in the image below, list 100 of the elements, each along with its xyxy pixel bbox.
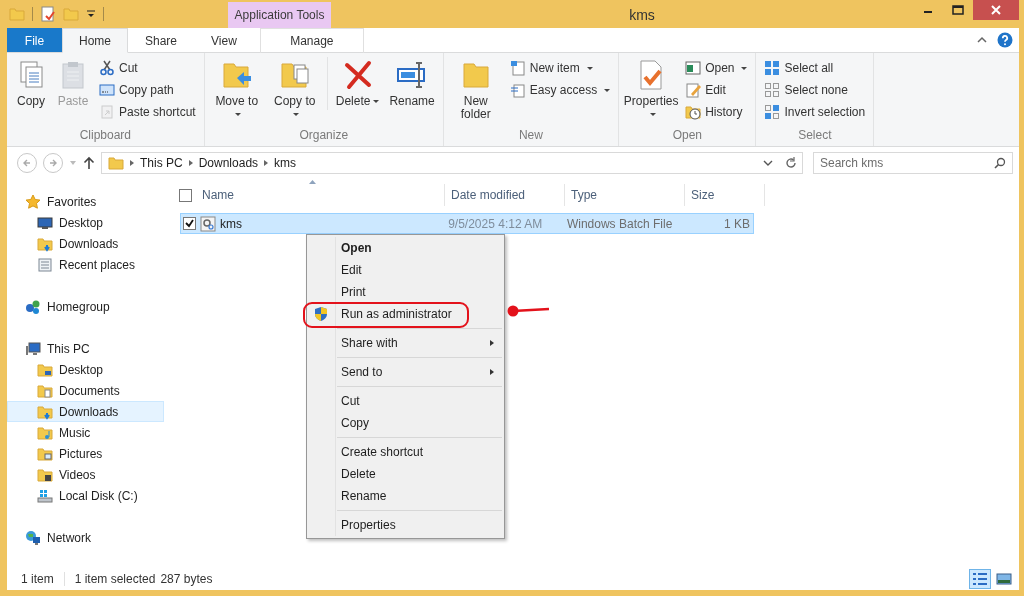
column-header[interactable]: Name: [202, 188, 234, 202]
menu-item[interactable]: Print: [307, 281, 504, 303]
search-icon[interactable]: [994, 157, 1006, 169]
refresh-icon: [784, 157, 797, 169]
globe-icon: [25, 529, 41, 546]
contextual-tab-header: Application Tools: [228, 2, 331, 28]
date-cell-text: 9/5/2025 4:12 AM: [447, 216, 544, 231]
nav-item[interactable]: Homegroup: [7, 296, 164, 317]
folder-download-icon: [37, 403, 53, 420]
file-row[interactable]: kms 9/5/2025 4:12 AM Windows Batch File 1 KB: [180, 213, 754, 234]
folder-download-icon: [37, 235, 53, 252]
ribbon-button[interactable]: Edit: [681, 79, 752, 101]
pointer-line: [507, 305, 549, 317]
column-header[interactable]: Size: [691, 188, 715, 202]
ribbon-tab[interactable]: Share: [128, 28, 195, 53]
nav-item[interactable]: Documents: [7, 380, 164, 401]
gear-file-icon: [200, 215, 216, 232]
page-check-icon[interactable]: [40, 6, 56, 22]
nav-item[interactable]: Desktop: [7, 359, 164, 380]
empty-grid-icon: [764, 82, 781, 98]
ribbon-button[interactable]: Copy path: [95, 79, 200, 101]
nav-item[interactable]: Network: [7, 527, 164, 548]
ribbon-button[interactable]: Easy access: [505, 79, 615, 101]
menu-item[interactable]: Properties: [307, 514, 504, 536]
menu-item[interactable]: Share with: [307, 332, 504, 354]
ribbon-button[interactable]: Select none: [760, 79, 870, 101]
easy-access-icon: [509, 82, 526, 98]
nav-item[interactable]: Local Disk (C:): [7, 485, 164, 506]
refresh-button[interactable]: [779, 152, 803, 174]
people-icon: [25, 298, 41, 315]
menu-item[interactable]: Copy: [307, 412, 504, 434]
invert-grid-icon: [764, 104, 781, 120]
select-all-checkbox[interactable]: [179, 188, 192, 202]
ribbon-button[interactable]: Copy: [11, 57, 51, 110]
ribbon-button[interactable]: Copy to: [266, 57, 323, 123]
window-icon: [685, 60, 702, 76]
breadcrumb[interactable]: kms: [274, 156, 297, 170]
nav-item[interactable]: Downloads: [7, 233, 164, 254]
menu-item[interactable]: Rename: [307, 485, 504, 507]
nav-item[interactable]: Recent places: [7, 254, 164, 275]
ribbon-button[interactable]: Move to: [208, 57, 265, 123]
group-label: Clipboard: [78, 128, 133, 144]
column-header[interactable]: Date modified: [451, 188, 526, 202]
ribbon-button[interactable]: Rename: [385, 57, 439, 110]
ribbon-button[interactable]: New folder: [447, 57, 504, 123]
details-view-icon: [972, 572, 988, 586]
chevron-down-icon[interactable]: [763, 159, 773, 167]
ribbon-button[interactable]: Invert selection: [760, 101, 870, 123]
ribbon-button[interactable]: Open: [681, 57, 752, 79]
nav-item[interactable]: This PC: [7, 338, 164, 359]
forward-arrow-icon: [48, 158, 58, 168]
search-field[interactable]: Search kms: [813, 152, 1013, 174]
folder-clock-icon: [685, 104, 702, 120]
menu-item[interactable]: Open: [307, 237, 504, 259]
ribbon-button[interactable]: Select all: [760, 57, 870, 79]
nav-item[interactable]: Favorites: [7, 191, 164, 212]
folder-icon: [37, 361, 53, 378]
menu-item[interactable]: Cut: [307, 390, 504, 412]
up-arrow-icon[interactable]: [83, 156, 95, 170]
ribbon-tab[interactable]: File: [7, 28, 62, 52]
drive-icon: [37, 487, 53, 504]
ribbon-button[interactable]: History: [681, 101, 752, 123]
column-header[interactable]: Type: [571, 188, 597, 202]
ribbon-button[interactable]: New item: [505, 57, 615, 79]
ribbon-button[interactable]: Delete: [331, 57, 384, 110]
menu-item[interactable]: Delete: [307, 463, 504, 485]
selection-size: 287 bytes: [160, 572, 213, 586]
chevron-up-icon[interactable]: [977, 36, 987, 44]
help-icon[interactable]: [997, 32, 1013, 48]
close-button[interactable]: [973, 0, 1019, 20]
ribbon-tab[interactable]: Home: [62, 28, 128, 53]
address-bar[interactable]: This PC Downloads kms: [101, 152, 780, 174]
breadcrumb[interactable]: This PC: [140, 156, 183, 170]
folder-icon: [9, 6, 25, 22]
shield-icon: [313, 306, 329, 322]
type-cell-text: Windows Batch File: [565, 216, 674, 231]
nav-item[interactable]: Downloads: [7, 401, 164, 422]
sort-arrow-icon: [309, 180, 316, 184]
grid-icon: [764, 60, 781, 76]
menu-item[interactable]: Edit: [307, 259, 504, 281]
nav-item[interactable]: Pictures: [7, 443, 164, 464]
row-checkbox[interactable]: [183, 217, 196, 230]
folder-icon: [63, 6, 79, 22]
ribbon-button[interactable]: Cut: [95, 57, 200, 79]
ribbon-button[interactable]: Properties: [623, 57, 680, 123]
file-name: kms: [220, 216, 242, 231]
nav-item[interactable]: Music: [7, 422, 164, 443]
dropdown-icon[interactable]: [86, 9, 96, 19]
nav-item[interactable]: Videos: [7, 464, 164, 485]
path-icon: [99, 82, 115, 98]
folder-film-icon: [37, 466, 53, 483]
back-arrow-icon: [22, 158, 32, 168]
menu-item[interactable]: Create shortcut: [307, 441, 504, 463]
menu-item[interactable]: Send to: [307, 361, 504, 383]
item-count: 1 item: [21, 572, 54, 586]
view-button[interactable]: [969, 569, 991, 589]
shortcut-icon: [99, 104, 115, 120]
ribbon-tab[interactable]: View: [194, 28, 254, 53]
breadcrumb[interactable]: Downloads: [198, 156, 259, 170]
nav-item[interactable]: Desktop: [7, 212, 164, 233]
